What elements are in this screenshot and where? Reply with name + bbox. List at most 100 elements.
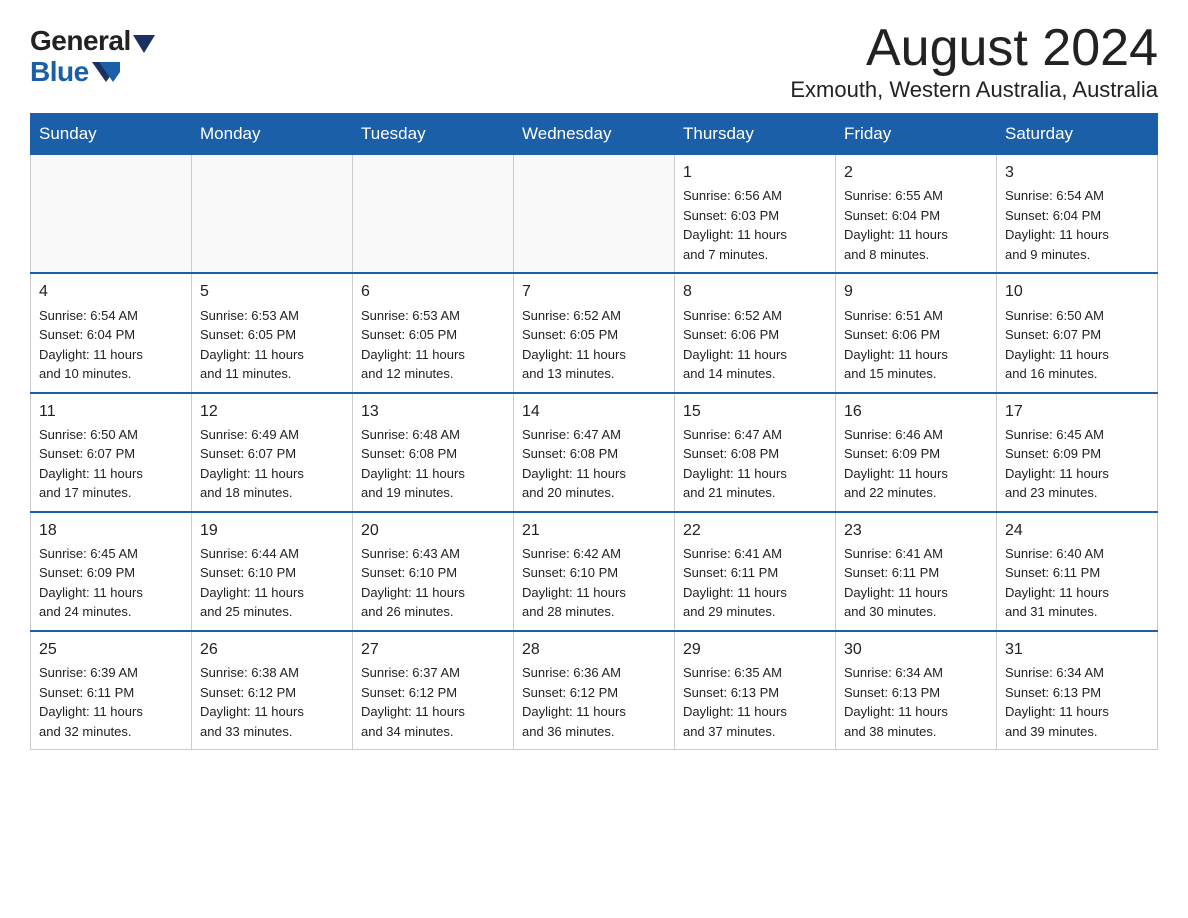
day-info: Sunrise: 6:45 AMSunset: 6:09 PMDaylight:… (1005, 425, 1149, 503)
day-info: Sunrise: 6:36 AMSunset: 6:12 PMDaylight:… (522, 663, 666, 741)
calendar-cell: 17Sunrise: 6:45 AMSunset: 6:09 PMDayligh… (997, 393, 1158, 512)
day-info: Sunrise: 6:56 AMSunset: 6:03 PMDaylight:… (683, 186, 827, 264)
day-number: 17 (1005, 400, 1149, 423)
calendar-cell: 28Sunrise: 6:36 AMSunset: 6:12 PMDayligh… (514, 631, 675, 750)
calendar-cell: 18Sunrise: 6:45 AMSunset: 6:09 PMDayligh… (31, 512, 192, 631)
calendar-week-1: 1Sunrise: 6:56 AMSunset: 6:03 PMDaylight… (31, 155, 1158, 274)
day-info: Sunrise: 6:34 AMSunset: 6:13 PMDaylight:… (1005, 663, 1149, 741)
day-info: Sunrise: 6:55 AMSunset: 6:04 PMDaylight:… (844, 186, 988, 264)
day-info: Sunrise: 6:50 AMSunset: 6:07 PMDaylight:… (39, 425, 183, 503)
day-info: Sunrise: 6:39 AMSunset: 6:11 PMDaylight:… (39, 663, 183, 741)
calendar-cell: 30Sunrise: 6:34 AMSunset: 6:13 PMDayligh… (836, 631, 997, 750)
day-number: 20 (361, 519, 505, 542)
calendar-cell: 7 Sunrise: 6:52 AMSunset: 6:05 PMDaylight… (514, 273, 675, 392)
day-number: 23 (844, 519, 988, 542)
day-number: 1 (683, 161, 827, 184)
day-number: 10 (1005, 280, 1149, 303)
day-number: 14 (522, 400, 666, 423)
day-number: 22 (683, 519, 827, 542)
day-number: 30 (844, 638, 988, 661)
header-saturday: Saturday (997, 114, 1158, 155)
day-number: 28 (522, 638, 666, 661)
day-number: 16 (844, 400, 988, 423)
calendar-cell (192, 155, 353, 274)
calendar-cell: 24Sunrise: 6:40 AMSunset: 6:11 PMDayligh… (997, 512, 1158, 631)
calendar-header-row: SundayMondayTuesdayWednesdayThursdayFrid… (31, 114, 1158, 155)
calendar-week-5: 25Sunrise: 6:39 AMSunset: 6:11 PMDayligh… (31, 631, 1158, 750)
day-number: 26 (200, 638, 344, 661)
logo-blue: Blue (30, 57, 120, 88)
calendar-cell: 21Sunrise: 6:42 AMSunset: 6:10 PMDayligh… (514, 512, 675, 631)
calendar-cell (353, 155, 514, 274)
day-number: 13 (361, 400, 505, 423)
day-number: 12 (200, 400, 344, 423)
location-subtitle: Exmouth, Western Australia, Australia (790, 77, 1158, 103)
calendar-cell: 22Sunrise: 6:41 AMSunset: 6:11 PMDayligh… (675, 512, 836, 631)
day-info: Sunrise: 6:54 AMSunset: 6:04 PMDaylight:… (1005, 186, 1149, 264)
day-info: Sunrise: 6:43 AMSunset: 6:10 PMDaylight:… (361, 544, 505, 622)
day-info: Sunrise: 6:42 AMSunset: 6:10 PMDaylight:… (522, 544, 666, 622)
day-info: Sunrise: 6:46 AMSunset: 6:09 PMDaylight:… (844, 425, 988, 503)
day-info: Sunrise: 6:37 AMSunset: 6:12 PMDaylight:… (361, 663, 505, 741)
day-info: Sunrise: 6:52 AMSunset: 6:05 PMDaylight:… (522, 306, 666, 384)
day-number: 9 (844, 280, 988, 303)
calendar-cell: 6Sunrise: 6:53 AMSunset: 6:05 PMDaylight… (353, 273, 514, 392)
logo-general: General (30, 26, 155, 57)
day-number: 31 (1005, 638, 1149, 661)
day-number: 24 (1005, 519, 1149, 542)
header-monday: Monday (192, 114, 353, 155)
day-info: Sunrise: 6:50 AMSunset: 6:07 PMDaylight:… (1005, 306, 1149, 384)
calendar-cell: 8 Sunrise: 6:52 AMSunset: 6:06 PMDaylight… (675, 273, 836, 392)
day-number: 25 (39, 638, 183, 661)
calendar-cell: 25Sunrise: 6:39 AMSunset: 6:11 PMDayligh… (31, 631, 192, 750)
day-number: 8 (683, 280, 827, 303)
day-number: 7 (522, 280, 666, 303)
day-number: 27 (361, 638, 505, 661)
day-number: 5 (200, 280, 344, 303)
calendar-cell: 19Sunrise: 6:44 AMSunset: 6:10 PMDayligh… (192, 512, 353, 631)
day-number: 3 (1005, 161, 1149, 184)
day-info: Sunrise: 6:44 AMSunset: 6:10 PMDaylight:… (200, 544, 344, 622)
day-number: 21 (522, 519, 666, 542)
calendar-cell: 13Sunrise: 6:48 AMSunset: 6:08 PMDayligh… (353, 393, 514, 512)
calendar-week-2: 4 Sunrise: 6:54 AMSunset: 6:04 PMDaylight… (31, 273, 1158, 392)
header-tuesday: Tuesday (353, 114, 514, 155)
month-year-title: August 2024 (790, 20, 1158, 77)
logo: General Blue (30, 20, 155, 88)
calendar-cell: 26Sunrise: 6:38 AMSunset: 6:12 PMDayligh… (192, 631, 353, 750)
calendar-cell: 29Sunrise: 6:35 AMSunset: 6:13 PMDayligh… (675, 631, 836, 750)
calendar-cell: 20Sunrise: 6:43 AMSunset: 6:10 PMDayligh… (353, 512, 514, 631)
day-info: Sunrise: 6:54 AMSunset: 6:04 PMDaylight:… (39, 306, 183, 384)
day-number: 29 (683, 638, 827, 661)
day-info: Sunrise: 6:40 AMSunset: 6:11 PMDaylight:… (1005, 544, 1149, 622)
day-info: Sunrise: 6:47 AMSunset: 6:08 PMDaylight:… (522, 425, 666, 503)
day-info: Sunrise: 6:53 AMSunset: 6:05 PMDaylight:… (361, 306, 505, 384)
calendar-cell (514, 155, 675, 274)
day-info: Sunrise: 6:47 AMSunset: 6:08 PMDaylight:… (683, 425, 827, 503)
calendar-cell: 15Sunrise: 6:47 AMSunset: 6:08 PMDayligh… (675, 393, 836, 512)
calendar-cell: 14Sunrise: 6:47 AMSunset: 6:08 PMDayligh… (514, 393, 675, 512)
calendar-cell: 1Sunrise: 6:56 AMSunset: 6:03 PMDaylight… (675, 155, 836, 274)
day-info: Sunrise: 6:49 AMSunset: 6:07 PMDaylight:… (200, 425, 344, 503)
calendar-cell: 3Sunrise: 6:54 AMSunset: 6:04 PMDaylight… (997, 155, 1158, 274)
calendar-cell: 16Sunrise: 6:46 AMSunset: 6:09 PMDayligh… (836, 393, 997, 512)
calendar-cell: 27Sunrise: 6:37 AMSunset: 6:12 PMDayligh… (353, 631, 514, 750)
calendar-cell: 11Sunrise: 6:50 AMSunset: 6:07 PMDayligh… (31, 393, 192, 512)
calendar-week-3: 11Sunrise: 6:50 AMSunset: 6:07 PMDayligh… (31, 393, 1158, 512)
day-info: Sunrise: 6:52 AMSunset: 6:06 PMDaylight:… (683, 306, 827, 384)
day-number: 15 (683, 400, 827, 423)
day-info: Sunrise: 6:48 AMSunset: 6:08 PMDaylight:… (361, 425, 505, 503)
calendar-cell: 12Sunrise: 6:49 AMSunset: 6:07 PMDayligh… (192, 393, 353, 512)
day-number: 4 (39, 280, 183, 303)
calendar-cell (31, 155, 192, 274)
header-friday: Friday (836, 114, 997, 155)
calendar-cell: 5Sunrise: 6:53 AMSunset: 6:05 PMDaylight… (192, 273, 353, 392)
day-info: Sunrise: 6:38 AMSunset: 6:12 PMDaylight:… (200, 663, 344, 741)
day-info: Sunrise: 6:45 AMSunset: 6:09 PMDaylight:… (39, 544, 183, 622)
calendar-cell: 9Sunrise: 6:51 AMSunset: 6:06 PMDaylight… (836, 273, 997, 392)
day-info: Sunrise: 6:34 AMSunset: 6:13 PMDaylight:… (844, 663, 988, 741)
header-wednesday: Wednesday (514, 114, 675, 155)
page-header: General Blue August 2024 Exmouth, Wester… (30, 20, 1158, 103)
calendar-cell: 10 Sunrise: 6:50 AMSunset: 6:07 PMDayligh… (997, 273, 1158, 392)
day-number: 19 (200, 519, 344, 542)
